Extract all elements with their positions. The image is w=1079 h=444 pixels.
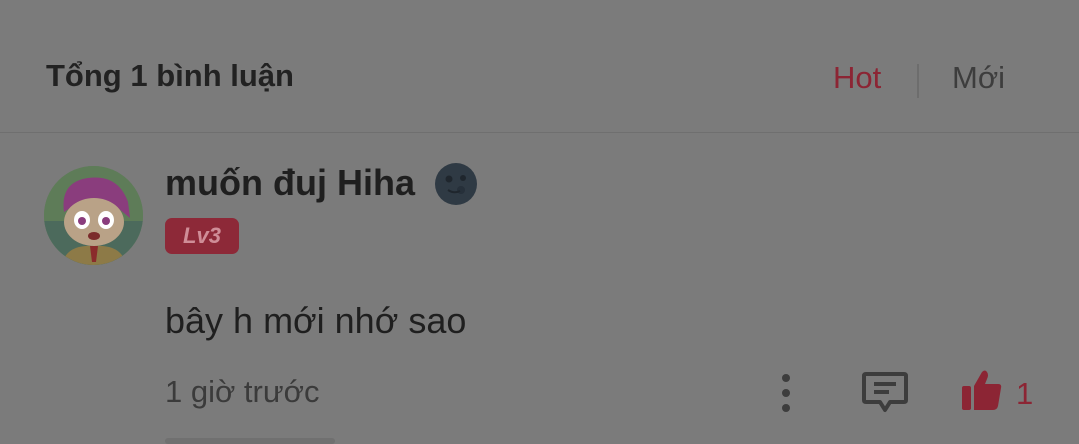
sort-divider: [917, 64, 919, 98]
avatar-image: [44, 166, 143, 265]
comment-timestamp: 1 giờ trước: [165, 374, 320, 409]
next-comment-edge: [165, 438, 335, 444]
level-badge: Lv3: [165, 218, 239, 254]
sort-new-tab[interactable]: Mới: [952, 60, 1005, 96]
comments-screen: Tổng 1 bình luận Hot Mới muốn đuj Hiha L…: [0, 0, 1079, 444]
sort-hot-tab[interactable]: Hot: [833, 60, 881, 96]
user-avatar[interactable]: [44, 166, 143, 265]
thumbs-up-icon[interactable]: [958, 366, 1006, 414]
comments-header: Tổng 1 bình luận Hot Mới: [0, 0, 1079, 133]
comment-text: bây h mới nhớ sao: [165, 300, 467, 341]
comments-total-label: Tổng 1 bình luận: [46, 58, 294, 93]
more-vertical-icon[interactable]: [770, 372, 802, 414]
comment-username[interactable]: muốn đuj Hiha: [165, 162, 415, 204]
moon-face-icon: [434, 162, 478, 206]
comment-reply-icon[interactable]: [860, 370, 910, 416]
like-count: 1: [1016, 376, 1034, 411]
